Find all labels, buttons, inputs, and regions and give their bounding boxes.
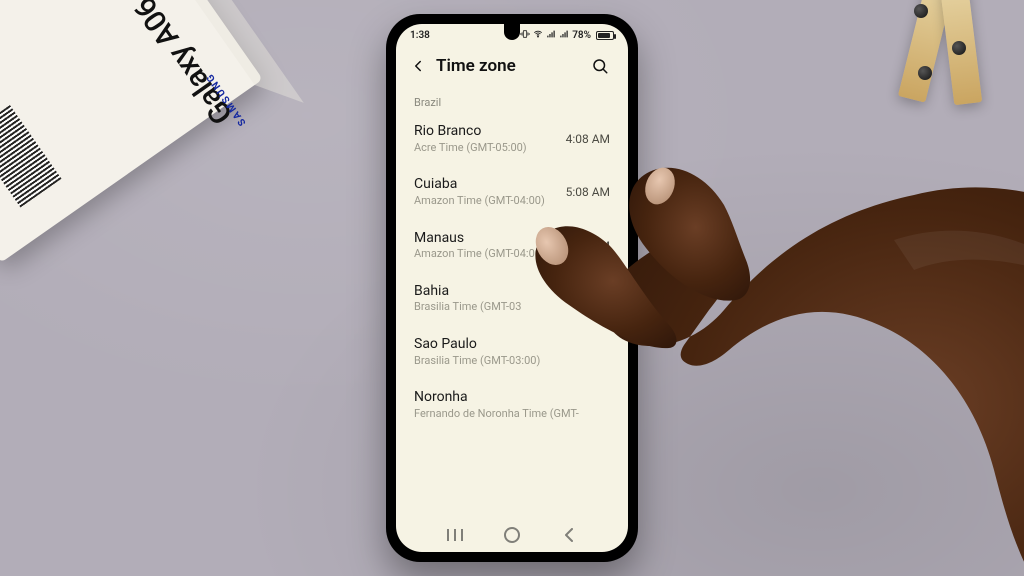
timezone-desc: Brasilia Time (GMT-03	[414, 300, 521, 314]
timezone-city: Rio Branco	[414, 123, 527, 141]
home-button[interactable]	[500, 523, 524, 547]
back-button[interactable]	[402, 50, 434, 82]
timezone-desc: Fernando de Noronha Time (GMT-	[414, 407, 579, 421]
box-barcode	[0, 105, 61, 207]
signal-icon	[546, 29, 556, 42]
status-clock: 1:38	[410, 30, 430, 41]
signal-icon	[559, 29, 569, 42]
timezone-item[interactable]: CuiabaAmazon Time (GMT-04:00) 5:08 AM	[396, 166, 628, 219]
wifi-icon	[533, 29, 543, 42]
battery-pct-label: 78%	[572, 30, 591, 41]
recents-button[interactable]	[443, 523, 467, 547]
status-right: 78%	[520, 29, 614, 42]
timezone-city: Sao Paulo	[414, 336, 540, 354]
phone-screen: 1:38 78%	[396, 24, 628, 552]
timezone-desc: Amazon Time (GMT-04:00)	[414, 194, 545, 208]
timezone-item[interactable]: ManausAmazon Time (GMT-04:00) 5:08 AM	[396, 220, 628, 273]
timezone-desc: Amazon Time (GMT-04:00)	[414, 247, 545, 261]
section-label: Brazil	[396, 92, 628, 113]
timezone-city: Bahia	[414, 283, 521, 301]
home-icon	[500, 523, 524, 547]
timezone-list[interactable]: Rio BrancoAcre Time (GMT-05:00) 4:08 AM Cu…	[396, 113, 628, 433]
timezone-item[interactable]: BahiaBrasilia Time (GMT-03	[396, 273, 628, 326]
timezone-city: Noronha	[414, 389, 579, 407]
timezone-desc: Brasilia Time (GMT-03:00)	[414, 354, 540, 368]
timezone-item[interactable]: Rio BrancoAcre Time (GMT-05:00) 4:08 AM	[396, 113, 628, 166]
notch	[504, 24, 520, 40]
search-button[interactable]	[584, 50, 616, 82]
timezone-city: Cuiaba	[414, 176, 545, 194]
page-title: Time zone	[436, 56, 516, 76]
timezone-desc: Acre Time (GMT-05:00)	[414, 141, 527, 155]
timezone-time: 5:08 AM	[566, 176, 610, 199]
chevron-left-icon	[409, 57, 427, 75]
vibrate-icon	[520, 29, 530, 42]
timezone-city: Manaus	[414, 230, 545, 248]
chevron-left-icon	[557, 523, 581, 547]
search-icon	[591, 57, 609, 75]
battery-icon	[596, 31, 614, 40]
timezone-time: 5:08 AM	[566, 230, 610, 253]
back-nav-button[interactable]	[557, 523, 581, 547]
wooden-clamp	[884, 0, 1024, 106]
recents-icon	[443, 523, 467, 547]
timezone-item[interactable]: Sao PauloBrasilia Time (GMT-03:00)	[396, 326, 628, 379]
timezone-item[interactable]: NoronhaFernando de Noronha Time (GMT-	[396, 379, 628, 432]
nav-bar	[396, 518, 628, 552]
phone-frame: 1:38 78%	[386, 14, 638, 562]
timezone-time: 4:08 AM	[566, 123, 610, 146]
app-header: Time zone	[396, 46, 628, 92]
